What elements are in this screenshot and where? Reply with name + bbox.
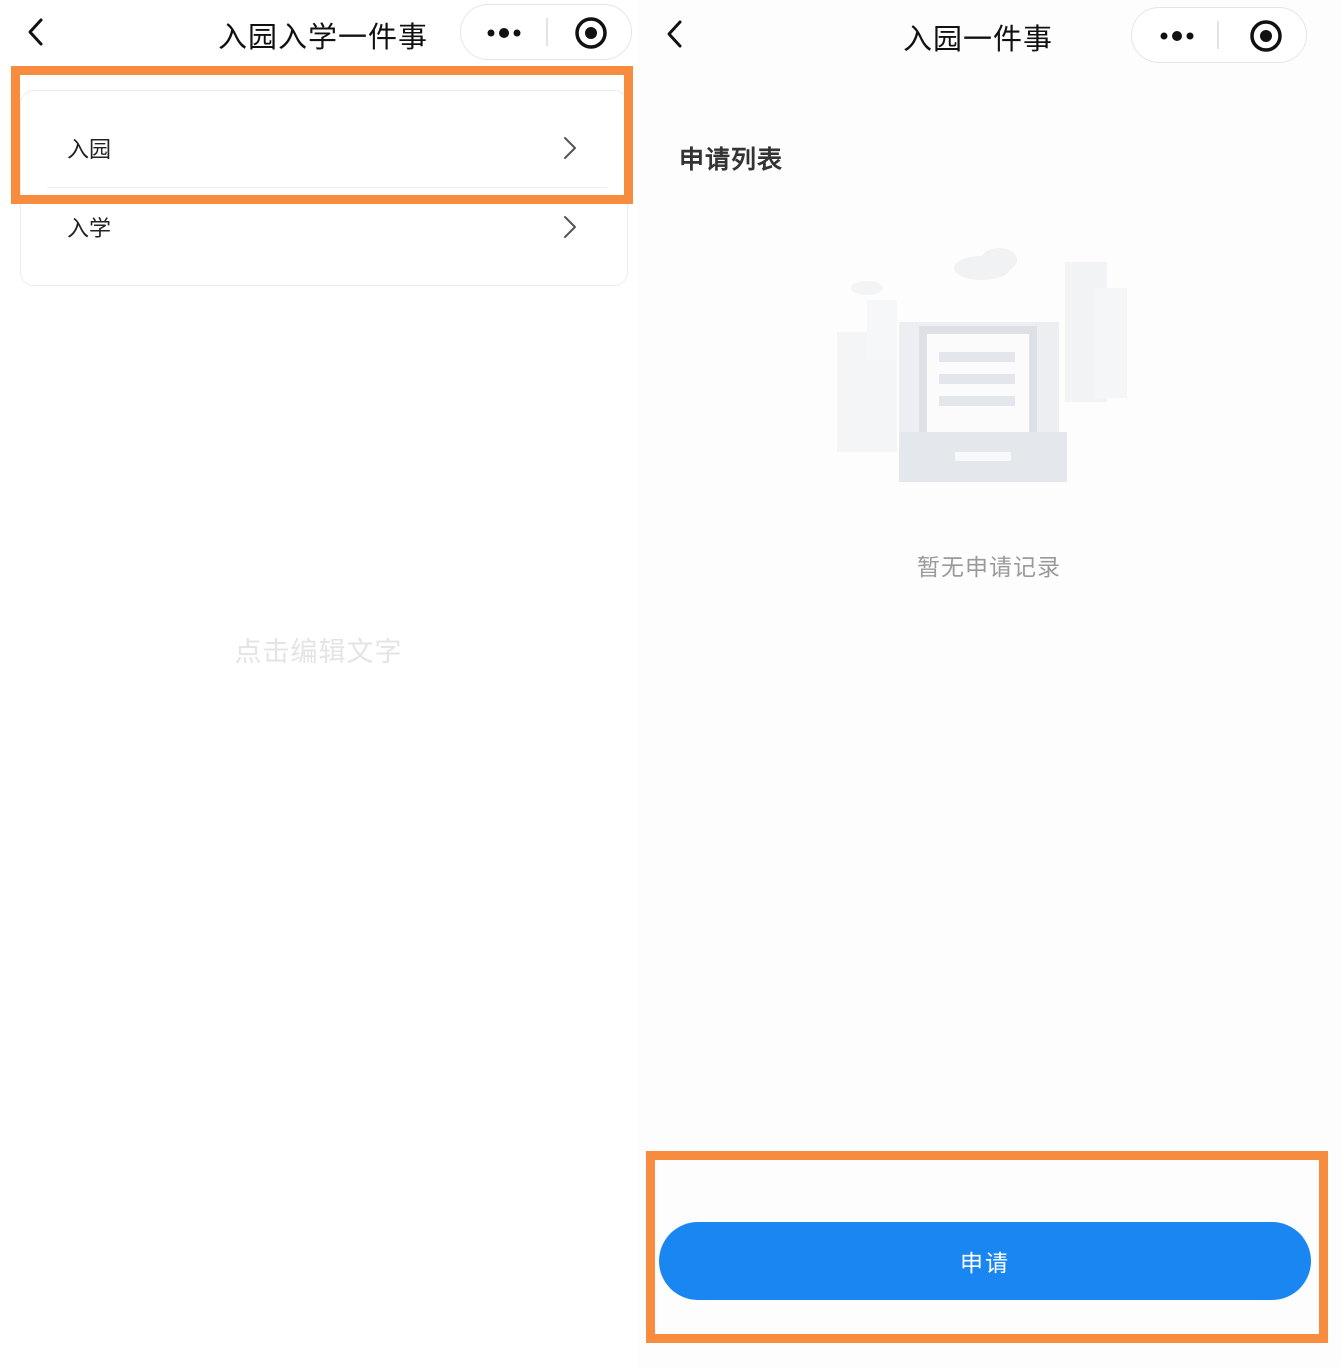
right-screen: 入园一件事 申请列表 暂无申请记录 申请 <box>637 0 1341 1367</box>
page-title: 入园一件事 <box>903 22 1054 56</box>
chevron-right-icon <box>561 214 579 240</box>
chevron-left-icon[interactable] <box>661 14 691 54</box>
highlight-box-apply <box>646 1151 1328 1343</box>
empty-state-text: 暂无申请记录 <box>917 555 1061 581</box>
highlight-box-kindergarten <box>11 66 633 204</box>
menu-capsule <box>1131 7 1307 63</box>
edit-hint-text: 点击编辑文字 <box>234 637 403 668</box>
chevron-left-icon[interactable] <box>22 12 52 52</box>
target-circle-icon[interactable] <box>1218 8 1303 62</box>
menu-capsule <box>460 4 632 60</box>
left-screen: 入园入学一件事 入园 入学 点击编辑文字 <box>0 0 637 1367</box>
application-list-title: 申请列表 <box>679 145 784 174</box>
more-dots-icon[interactable] <box>1132 8 1217 62</box>
page-title: 入园入学一件事 <box>218 20 429 54</box>
empty-document-illustration <box>827 240 1147 490</box>
more-dots-icon[interactable] <box>461 5 546 59</box>
target-circle-icon[interactable] <box>547 5 632 59</box>
list-item-label: 入学 <box>67 217 112 242</box>
